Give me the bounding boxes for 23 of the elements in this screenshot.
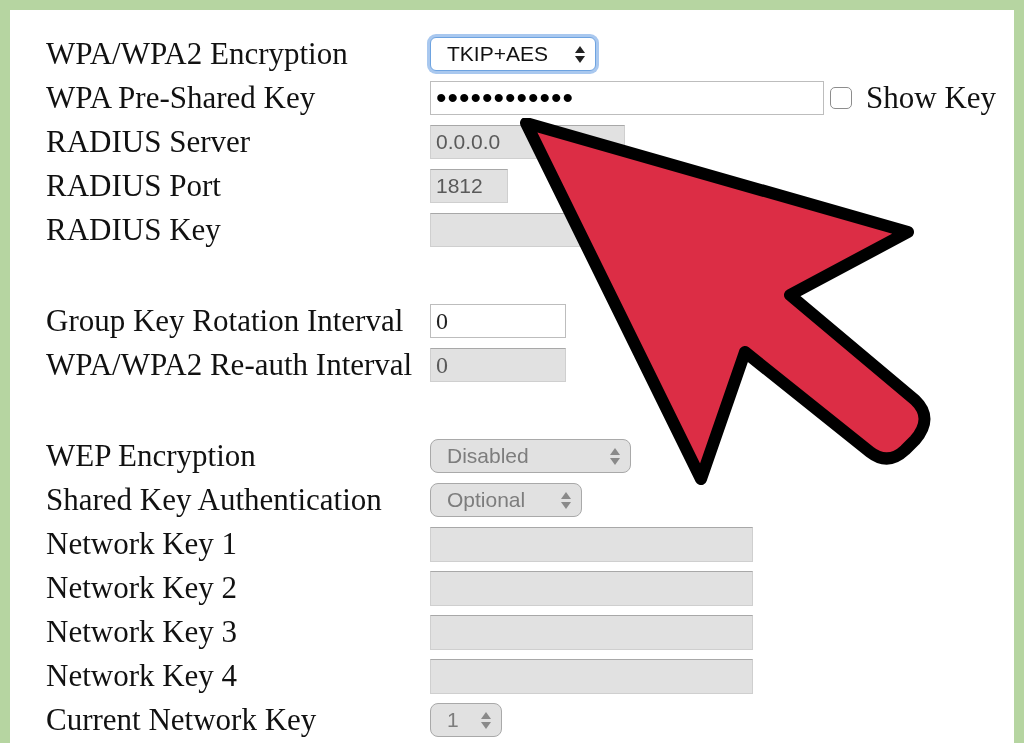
field-label: WPA/WPA2 Encryption bbox=[46, 36, 349, 72]
field-label: Group Key Rotation Interval bbox=[46, 303, 405, 339]
up-down-arrows-icon bbox=[481, 711, 491, 729]
field-label: RADIUS Key bbox=[46, 212, 222, 248]
field-label: Network Key 4 bbox=[46, 658, 239, 694]
input-field[interactable]: 0 bbox=[430, 304, 566, 338]
dropdown[interactable]: TKIP+AES bbox=[430, 37, 596, 71]
field-label: Network Key 1 bbox=[46, 526, 239, 562]
field-label: Current Network Key bbox=[46, 702, 318, 738]
field-label: Network Key 3 bbox=[46, 614, 239, 650]
field-label: WPA/WPA2 Re-auth Interval bbox=[46, 347, 414, 383]
field-label: WPA Pre-Shared Key bbox=[46, 80, 317, 116]
field-label: RADIUS Port bbox=[46, 168, 222, 204]
password-field[interactable]: •••••••••••• bbox=[430, 81, 824, 115]
field-label: WEP Encryption bbox=[46, 438, 257, 474]
field-label: Network Key 2 bbox=[46, 570, 239, 606]
field-label: RADIUS Server bbox=[46, 124, 252, 160]
checkbox[interactable] bbox=[830, 87, 852, 109]
up-down-arrows-icon bbox=[561, 491, 571, 509]
field-label: Shared Key Authentication bbox=[46, 482, 383, 518]
up-down-arrows-icon bbox=[575, 45, 585, 63]
up-down-arrows-icon bbox=[610, 447, 620, 465]
checkbox-label: Show Key bbox=[866, 80, 997, 116]
